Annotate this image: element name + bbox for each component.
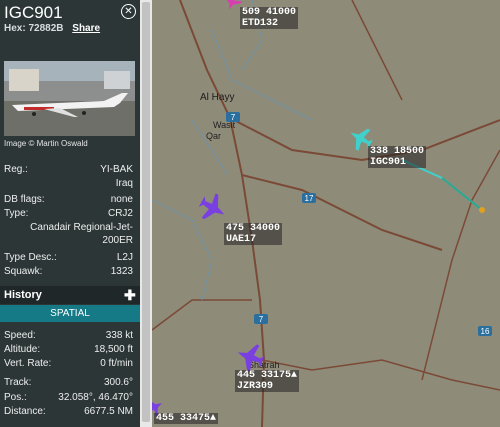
aircraft-marker-uae17 — [198, 193, 225, 220]
share-link[interactable]: Share — [72, 23, 100, 34]
aircraft-icons — [152, 0, 373, 417]
hex-value: 72882B — [28, 23, 64, 34]
aircraft-photo[interactable] — [4, 61, 135, 136]
flight-callsign: IGC901 — [4, 3, 63, 22]
photo-credit[interactable]: Image © Martin Oswald — [4, 139, 88, 148]
aircraft-tag[interactable]: 445 33175▲ JZR309 — [235, 370, 300, 392]
history-section-header[interactable]: History ✚ — [0, 286, 140, 304]
panel-scrollbar[interactable] — [140, 0, 152, 427]
hex-label: Hex: — [4, 23, 26, 34]
aircraft-tag[interactable]: 338 18500 IGC901 — [368, 146, 427, 168]
aircraft-tag[interactable]: 455 33475▲ — [154, 413, 219, 424]
plus-icon[interactable]: ✚ — [124, 287, 136, 304]
aircraft-tag[interactable]: 475 34000 UAE17 — [224, 223, 283, 245]
hex-row: Hex: 72882B Share — [4, 23, 100, 34]
history-title: History — [4, 289, 42, 301]
close-icon[interactable]: ✕ — [121, 4, 136, 19]
scrollbar-thumb[interactable] — [142, 2, 150, 422]
aircraft-tag[interactable]: 509 41000 ETD132 — [240, 7, 299, 29]
spatial-section-header[interactable]: SPATIAL — [0, 305, 140, 322]
map-canvas[interactable]: Al Hayy Qar Wasit Shatrah 7 17 7 16 509 … — [152, 0, 500, 427]
aircraft-info-panel: IGC901 ✕ Hex: 72882B Share Image © Marti… — [0, 0, 140, 427]
